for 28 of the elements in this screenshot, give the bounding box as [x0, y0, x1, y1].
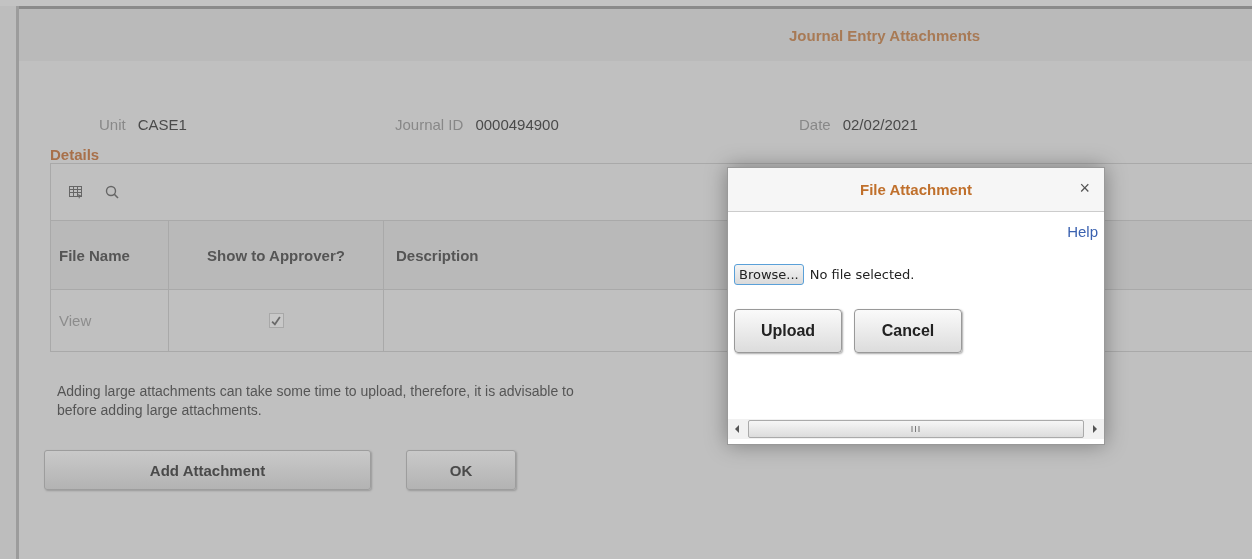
dialog-title: File Attachment: [860, 181, 972, 198]
section-heading: Details: [50, 146, 101, 163]
grid-view-icon[interactable]: [69, 185, 83, 199]
page-button[interactable]: Add Attachment: [44, 450, 371, 490]
page-title: Journal Entry Attachments: [789, 26, 981, 44]
field-label: Unit: [99, 116, 126, 135]
field-value: CASE1: [137, 116, 187, 135]
browse-button[interactable]: Browse...: [734, 264, 804, 285]
file-status-text: No file selected.: [809, 267, 915, 282]
scroll-grip: III: [910, 424, 922, 434]
scroll-right-icon[interactable]: [1092, 425, 1098, 433]
scroll-left-icon[interactable]: [734, 425, 740, 433]
column-header: File Name: [59, 246, 130, 264]
checkmark-icon: [271, 315, 281, 326]
page-button[interactable]: OK: [406, 450, 516, 490]
notice-text: Adding large attachments can take some time to upload, therefore, it is advisable to before adding large attachments.: [57, 382, 575, 420]
field-value: 0000494900: [475, 116, 559, 135]
horizontal-scrollbar[interactable]: III: [728, 419, 1104, 439]
search-icon[interactable]: [105, 185, 119, 199]
dialog-button[interactable]: Upload: [734, 309, 842, 353]
field-label: Journal ID: [395, 116, 464, 135]
column-header: Description: [396, 246, 479, 264]
help-link[interactable]: Help: [1067, 223, 1098, 240]
field-label: Date: [799, 116, 831, 135]
close-button[interactable]: ×: [1075, 178, 1094, 199]
column-header: Show to Approver?: [207, 246, 345, 264]
dialog-button[interactable]: Cancel: [854, 309, 962, 353]
field-value: 02/02/2021: [842, 116, 918, 135]
